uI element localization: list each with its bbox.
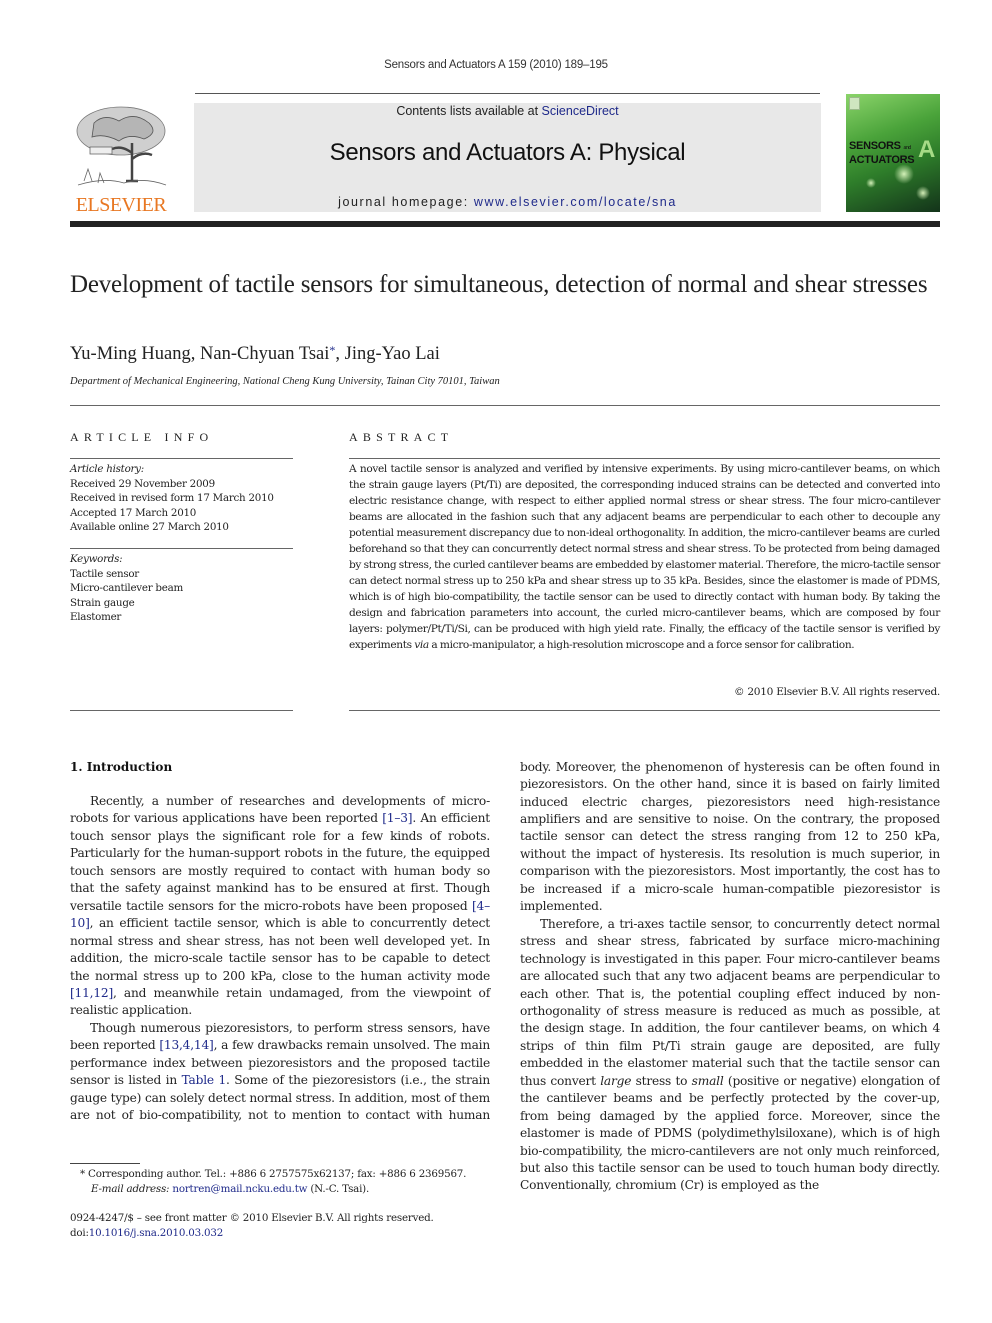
sciencedirect-link[interactable]: ScienceDirect xyxy=(542,104,619,118)
author-separator: , xyxy=(335,344,345,364)
article-info-heading: ARTICLE INFO xyxy=(70,430,214,444)
elsevier-logo[interactable]: ELSEVIER xyxy=(70,101,172,215)
paragraph-text: . An efficient touch sensor plays the si… xyxy=(70,811,490,913)
cover-emblem-icon xyxy=(849,97,860,110)
abstract-emphasis: via xyxy=(414,639,429,651)
contents-prefix: Contents lists available at xyxy=(396,104,542,118)
abstract-text: A novel tactile sensor is analyzed and v… xyxy=(349,461,940,653)
doi-link[interactable]: 10.1016/j.sna.2010.03.032 xyxy=(89,1227,224,1239)
citation-link[interactable]: [1–3] xyxy=(382,811,412,825)
section-heading: 1. Introduction xyxy=(70,760,173,774)
cover-glow xyxy=(894,164,914,184)
cover-line2: ACTUATORS xyxy=(849,154,915,166)
cover-line1: SENSORS xyxy=(849,140,901,152)
journal-cover-image[interactable]: SENSORS and ACTUATORS A xyxy=(846,94,940,212)
footnote-corresponding: * Corresponding author. Tel.: +886 6 275… xyxy=(80,1167,500,1196)
article-title: Development of tactile sensors for simul… xyxy=(70,271,928,298)
citation-link[interactable]: [11,12] xyxy=(70,986,113,1000)
emphasis: small xyxy=(691,1073,724,1088)
keywords: Keywords: Tactile sensor Micro-cantileve… xyxy=(70,552,295,625)
history-item: Received 29 November 2009 xyxy=(70,477,215,490)
elsevier-wordmark: ELSEVIER xyxy=(75,194,167,216)
author-name[interactable]: Nan-Chyuan Tsai xyxy=(200,344,329,364)
journal-title: Sensors and Actuators A: Physical xyxy=(329,139,686,166)
footnote-text: Corresponding author. Tel.: +886 6 27575… xyxy=(88,1168,467,1180)
email-link[interactable]: nortren@mail.ncku.edu.tw xyxy=(172,1183,307,1195)
affiliation: Department of Mechanical Engineering, Na… xyxy=(70,376,500,387)
cover-letter: A xyxy=(918,136,936,163)
right-column-flow: Though numerous piezoresistors, to perfo… xyxy=(520,758,940,1195)
paragraph: Therefore, a tri-axes tactile sensor, to… xyxy=(520,916,940,1195)
tree-icon xyxy=(76,106,167,186)
abstract-body: a micro-manipulator, a high-resolution m… xyxy=(428,639,855,651)
email-suffix: (N.-C. Tsai). xyxy=(307,1182,370,1195)
abstract-copyright: © 2010 Elsevier B.V. All rights reserved… xyxy=(734,686,940,698)
paragraph-text: stress to xyxy=(631,1073,692,1088)
abstract-bottom-rule xyxy=(349,710,940,711)
emphasis: large xyxy=(600,1073,632,1088)
body-column-left: Recently, a number of researches and dev… xyxy=(70,793,490,1124)
paragraph-text: , and meanwhile retain undamaged, from t… xyxy=(70,985,490,1018)
paragraph-continuation: Though numerous piezoresistors, to perfo… xyxy=(520,758,940,916)
keyword: Strain gauge xyxy=(70,596,135,609)
keywords-label: Keywords: xyxy=(70,553,123,565)
history-item: Received in revised form 17 March 2010 xyxy=(70,492,274,505)
doi-prefix: doi: xyxy=(70,1226,89,1239)
issn-line: 0924-4247/$ – see front matter © 2010 El… xyxy=(70,1212,434,1224)
author-separator: , xyxy=(190,344,201,364)
email-label: E-mail address: xyxy=(91,1182,170,1195)
article-info-bottom-rule xyxy=(70,710,293,711)
footnote-mark: * xyxy=(80,1168,85,1180)
cover-title: SENSORS and ACTUATORS xyxy=(849,140,915,166)
body-column-right: Though numerous piezoresistors, to perfo… xyxy=(520,758,940,1198)
keyword: Tactile sensor xyxy=(70,567,139,580)
keywords-rule xyxy=(70,548,293,549)
header-rule xyxy=(195,93,820,94)
running-head: Sensors and Actuators A 159 (2010) 189–1… xyxy=(384,59,608,71)
footnote-rule xyxy=(70,1163,140,1164)
journal-header-box: Contents lists available at ScienceDirec… xyxy=(194,103,821,212)
cover-glow xyxy=(866,178,876,188)
table-link[interactable]: Table 1 xyxy=(182,1073,227,1087)
header-thick-rule xyxy=(70,221,940,227)
abstract-body: A novel tactile sensor is analyzed and v… xyxy=(349,463,940,651)
history-label: Article history: xyxy=(70,463,144,475)
contents-line: Contents lists available at ScienceDirec… xyxy=(194,104,821,118)
title-rule xyxy=(70,405,940,406)
author-list: Yu-Ming Huang, Nan-Chyuan Tsai*, Jing-Ya… xyxy=(70,343,440,365)
paragraph: Recently, a number of researches and dev… xyxy=(70,793,490,1020)
paragraph: Though numerous piezoresistors, to perfo… xyxy=(520,758,940,916)
author-name[interactable]: Yu-Ming Huang xyxy=(70,344,191,364)
cover-glow xyxy=(916,186,930,200)
abstract-heading: ABSTRACT xyxy=(349,430,454,444)
paragraph-clip: Though numerous piezoresistors, to perfo… xyxy=(70,1020,490,1124)
paragraph-text: (positive or negative) elongation of the… xyxy=(520,1073,940,1193)
citation-link[interactable]: [13,4,14] xyxy=(159,1038,213,1052)
paragraph: Though numerous piezoresistors, to perfo… xyxy=(70,1020,490,1124)
front-matter: 0924-4247/$ – see front matter © 2010 El… xyxy=(70,1211,500,1240)
homepage-link[interactable]: www.elsevier.com/locate/sna xyxy=(474,195,677,209)
paragraph-text: , an efficient tactile sensor, which is … xyxy=(70,916,490,983)
homepage-prefix: journal homepage: xyxy=(338,195,474,209)
cover-and: and xyxy=(903,145,911,151)
journal-homepage: journal homepage: www.elsevier.com/locat… xyxy=(194,195,821,209)
author-name[interactable]: Jing-Yao Lai xyxy=(345,344,440,364)
paragraph-text: . Some of the piezoresistors (i.e., the … xyxy=(520,759,940,914)
history-item: Available online 27 March 2010 xyxy=(70,521,229,534)
keyword: Elastomer xyxy=(70,611,122,624)
history-item: Accepted 17 March 2010 xyxy=(70,506,197,519)
keyword: Micro-cantilever beam xyxy=(70,582,184,595)
paragraph-text: Therefore, a tri-axes tactile sensor, to… xyxy=(520,916,940,1088)
article-info-rule xyxy=(70,458,293,459)
abstract-rule xyxy=(349,458,940,459)
article-history: Article history: Received 29 November 20… xyxy=(70,462,295,535)
